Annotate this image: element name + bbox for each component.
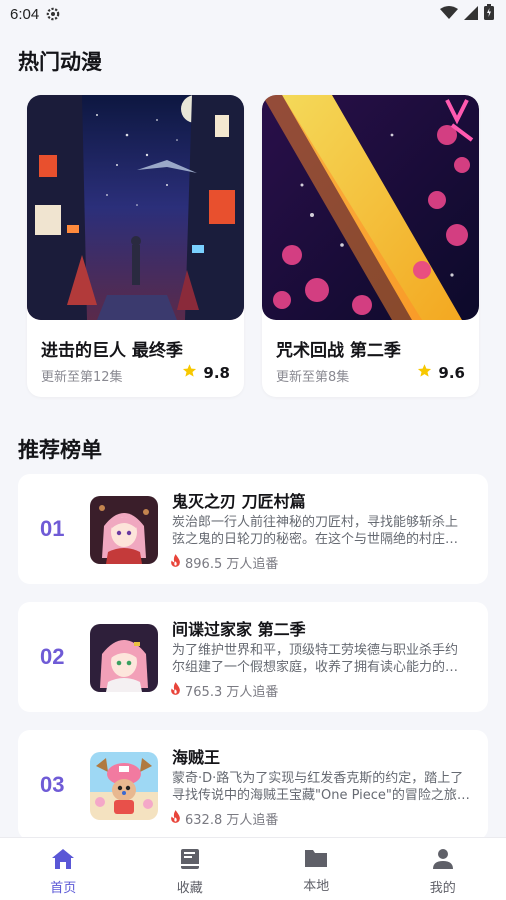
fire-icon — [170, 554, 181, 571]
fire-icon — [170, 810, 181, 827]
rank-description: 炭治郎一行人前往神秘的刀匠村，寻找能够斩杀上弦之鬼的日轮刀的秘密。在这个与世隔绝… — [172, 515, 459, 547]
tab-mine-label: 我的 — [429, 881, 456, 896]
card-title: 进击的巨人 最终季 — [41, 341, 183, 361]
wifi-icon — [440, 5, 458, 24]
rank-description: 为了维护世界和平，顶级特工劳埃德与职业杀手约尔组建了一个假想家庭，收养了拥有读心… — [172, 643, 459, 675]
tab-local[interactable]: 本地 — [253, 838, 380, 900]
tab-mine[interactable]: 我的 — [380, 838, 506, 900]
battery-icon — [484, 4, 494, 24]
star-icon — [417, 363, 432, 382]
ranking-list-item[interactable]: 03 海贼王 蒙奇·D·路飞为了实现与红发香克斯的约定，踏上了寻找传说中的海贼王… — [18, 730, 488, 840]
status-bar: 6:04 — [0, 0, 506, 28]
hot-card-2[interactable]: 咒术回战 第二季 更新至第8集 9.6 — [262, 95, 479, 397]
rank-number: 01 — [40, 516, 65, 541]
rank-thumbnail-image — [90, 496, 158, 564]
rank-title: 海贼王 — [172, 748, 221, 767]
card-rating: 9.8 — [182, 363, 230, 382]
book-icon — [180, 848, 200, 874]
star-icon — [182, 363, 197, 382]
tab-home[interactable]: 首页 — [0, 838, 127, 900]
rank-thumbnail-image — [90, 752, 158, 820]
card-cover-image — [27, 95, 244, 320]
ranking-list-item[interactable]: 02 间谍过家家 第二季 为了维护世界和平，顶级特工劳埃德与职业杀手约尔组建了一… — [18, 602, 488, 712]
tab-home-label: 首页 — [50, 881, 77, 896]
tab-local-label: 本地 — [303, 879, 330, 894]
status-time: 6:04 — [10, 5, 40, 23]
bottom-tab-bar: 首页 收藏 本地 我的 — [0, 837, 506, 900]
hot-card-1[interactable]: 进击的巨人 最终季 更新至第12集 9.8 — [27, 95, 244, 397]
rank-follow-count: 896.5 万人追番 — [170, 553, 278, 572]
rank-follow-text: 632.8 万人追番 — [185, 813, 279, 828]
settings-gear-icon — [45, 6, 61, 22]
tab-favorites-label: 收藏 — [176, 881, 203, 896]
cellular-signal-icon — [464, 5, 478, 24]
card-update: 更新至第12集 — [41, 370, 123, 385]
rank-follow-text: 896.5 万人追番 — [185, 557, 279, 572]
card-title: 咒术回战 第二季 — [276, 341, 401, 361]
tab-favorites[interactable]: 收藏 — [127, 838, 254, 900]
rank-title: 间谍过家家 第二季 — [172, 620, 306, 639]
card-cover-image — [262, 95, 479, 320]
rank-follow-count: 765.3 万人追番 — [170, 681, 278, 700]
person-icon — [432, 848, 454, 874]
rank-follow-count: 632.8 万人追番 — [170, 809, 278, 828]
section-title-hot: 热门动漫 — [18, 50, 102, 74]
ranking-list-item[interactable]: 01 鬼灭之刃 刀匠村篇 炭治郎一行人前往神秘的刀匠村，寻找能够斩杀上弦之鬼的日… — [18, 474, 488, 584]
rank-number: 03 — [40, 772, 65, 797]
card-score: 9.8 — [203, 363, 230, 382]
fire-icon — [170, 682, 181, 699]
rank-number: 02 — [40, 644, 65, 669]
rank-follow-text: 765.3 万人追番 — [185, 685, 279, 700]
rank-thumbnail-image — [90, 624, 158, 692]
rank-title: 鬼灭之刃 刀匠村篇 — [172, 492, 306, 511]
folder-icon — [304, 848, 328, 872]
card-rating: 9.6 — [417, 363, 465, 382]
home-icon — [51, 848, 75, 874]
rank-description: 蒙奇·D·路飞为了实现与红发香克斯的约定，踏上了寻找传说中的海贼王宝藏"One … — [172, 771, 470, 803]
section-title-ranking: 推荐榜单 — [18, 438, 102, 462]
card-score: 9.6 — [438, 363, 465, 382]
card-update: 更新至第8集 — [276, 370, 350, 385]
